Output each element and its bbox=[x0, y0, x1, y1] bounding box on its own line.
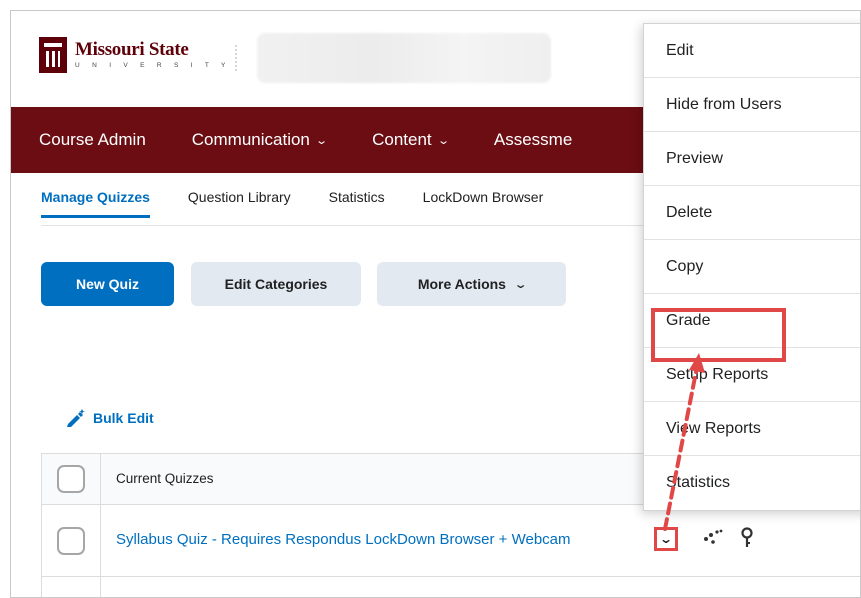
app-frame: Missouri State U N I V E R S I T Y Cours… bbox=[10, 10, 861, 598]
annotation-arrow bbox=[663, 353, 705, 531]
